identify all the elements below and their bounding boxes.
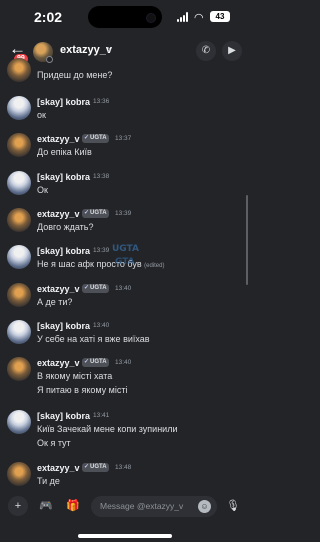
message-text: В якому місті хата <box>37 371 113 381</box>
message-timestamp: 13:48 <box>115 464 132 471</box>
avatar[interactable] <box>7 171 31 195</box>
message-input-placeholder: Message @extazyy_v <box>100 501 184 511</box>
message-author[interactable]: [skay] kobra <box>37 172 90 182</box>
message-text: До епіка Київ <box>37 147 92 157</box>
status-bar: 2:02 ◠ 43 <box>0 0 250 34</box>
server-tag-badge: ✓UGTA <box>82 358 109 367</box>
message-author[interactable]: [skay] kobra <box>37 97 90 107</box>
microphone-icon[interactable]: 🎙 <box>223 496 243 516</box>
message-timestamp: 13:41 <box>93 412 110 419</box>
server-tag-label: UGTA <box>90 210 107 216</box>
message[interactable]: Придеш до мене? <box>0 58 250 86</box>
message-author[interactable]: [skay] kobra <box>37 321 90 331</box>
message-author[interactable]: extazyy_v <box>37 463 80 473</box>
message-text: Довго ждать? <box>37 222 94 232</box>
message-author[interactable]: [skay] kobra <box>37 246 90 256</box>
message-text: У себе на хаті я вже виїхав <box>37 334 150 344</box>
message[interactable]: extazyy_v ✓UGTA 13:37 До епіка Київ <box>0 131 250 161</box>
video-call-button[interactable]: ▶ <box>222 41 242 61</box>
message[interactable]: [skay] kobra 13:38 Ок <box>0 169 250 199</box>
edited-label: (edited) <box>144 263 165 269</box>
message-text: Придеш до мене? <box>37 70 113 80</box>
message-timestamp: 13:38 <box>93 173 110 180</box>
dynamic-island <box>88 6 162 28</box>
message[interactable]: extazyy_v ✓UGTA 13:40 А де ти? <box>0 281 250 311</box>
battery-icon: 43 <box>210 11 230 22</box>
server-tag-badge: ✓UGTA <box>82 284 109 293</box>
message-text: ок <box>37 110 46 120</box>
message-input[interactable]: Message @extazyy_v ☺ <box>91 496 217 517</box>
avatar[interactable] <box>7 320 31 344</box>
status-time: 2:02 <box>34 9 63 25</box>
avatar[interactable] <box>7 58 31 82</box>
avatar[interactable] <box>7 133 31 157</box>
message[interactable]: [skay] kobra 13:40 У себе на хаті я вже … <box>0 318 250 348</box>
plus-icon[interactable]: + <box>8 496 28 516</box>
gift-icon[interactable]: 🎁 <box>63 496 83 516</box>
server-tag-label: UGTA <box>90 464 107 470</box>
message-text: Я питаю в якому місті <box>37 385 128 395</box>
message[interactable]: extazyy_v ✓UGTA 13:39 Довго ждать? <box>0 206 250 236</box>
header-username[interactable]: extazyy_v <box>60 44 112 56</box>
message[interactable]: extazyy_v ✓UGTA 13:40 В якому місті хата… <box>0 355 250 401</box>
offline-status-icon <box>46 56 53 63</box>
message-timestamp: 13:40 <box>115 285 132 292</box>
message-author[interactable]: extazyy_v <box>37 284 80 294</box>
gamepad-icon[interactable]: 🎮 <box>36 496 56 516</box>
server-tag-label: UGTA <box>90 285 107 291</box>
tag-check-icon: ✓ <box>84 464 90 470</box>
message-timestamp: 13:39 <box>93 247 110 254</box>
message-text: Ок <box>37 185 48 195</box>
phone-call-button[interactable]: ✆ <box>196 41 216 61</box>
tag-check-icon: ✓ <box>84 210 90 216</box>
server-tag-badge: ✓UGTA <box>82 134 109 143</box>
avatar[interactable] <box>7 462 31 486</box>
message-author[interactable]: extazyy_v <box>37 358 80 368</box>
message-timestamp: 13:40 <box>93 322 110 329</box>
avatar[interactable] <box>7 283 31 307</box>
server-tag-label: UGTA <box>90 359 107 365</box>
message[interactable]: [skay] kobra 13:36 ок <box>0 94 250 124</box>
server-tag-badge: ✓UGTA <box>82 209 109 218</box>
avatar[interactable] <box>7 245 31 269</box>
chevron-right-icon[interactable]: › <box>107 42 111 56</box>
scrollbar[interactable] <box>246 195 248 285</box>
message-text: Київ Зачекай мене копи зупинили <box>37 424 178 434</box>
cellular-signal-icon <box>177 12 191 22</box>
watermark-line-2: GTA <box>115 257 135 267</box>
dm-header: ← 99 extazyy_v › ✆ ▶ <box>0 34 250 66</box>
message-timestamp: 13:39 <box>115 210 132 217</box>
server-tag-label: UGTA <box>90 135 107 141</box>
avatar[interactable] <box>7 96 31 120</box>
message[interactable]: extazyy_v ✓UGTA 13:48 Ти де <box>0 460 250 488</box>
tag-check-icon: ✓ <box>84 135 90 141</box>
message-author[interactable]: extazyy_v <box>37 134 80 144</box>
message-author[interactable]: extazyy_v <box>37 209 80 219</box>
message-timestamp: 13:40 <box>115 359 132 366</box>
avatar[interactable] <box>7 410 31 434</box>
avatar[interactable] <box>7 357 31 381</box>
tag-check-icon: ✓ <box>84 285 90 291</box>
message-text: Ок я тут <box>37 438 71 448</box>
server-tag-badge: ✓UGTA <box>82 463 109 472</box>
home-indicator <box>78 534 172 538</box>
watermark-line-1: UGTA <box>112 244 139 254</box>
avatar[interactable] <box>7 208 31 232</box>
message-timestamp: 13:37 <box>115 135 132 142</box>
message-text: Ти де <box>37 476 60 486</box>
message-text: А де ти? <box>37 297 73 307</box>
message-author[interactable]: [skay] kobra <box>37 411 90 421</box>
tag-check-icon: ✓ <box>84 359 90 365</box>
wifi-icon: ◠ <box>194 12 204 24</box>
message[interactable]: [skay] kobra 13:41 Київ Зачекай мене коп… <box>0 408 250 454</box>
ugta-watermark-logo: UGTA GTA <box>112 244 139 274</box>
message-text: Не я шас афк просто був (edited) <box>37 259 164 269</box>
camera-dot-icon <box>146 13 156 23</box>
emoji-icon[interactable]: ☺ <box>198 500 211 513</box>
message-timestamp: 13:36 <box>93 98 110 105</box>
